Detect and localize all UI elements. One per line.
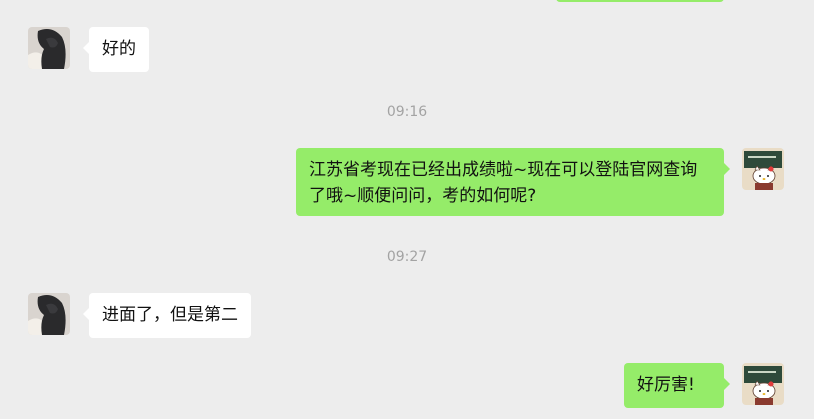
message-bubble-incoming[interactable]: 好的 <box>89 27 149 72</box>
dark-hair-person-avatar-icon <box>28 27 70 69</box>
hello-kitty-chalkboard-avatar-icon <box>742 148 784 190</box>
message-timestamp: 09:16 <box>386 104 428 120</box>
bubble-tail <box>724 378 730 390</box>
self-avatar[interactable] <box>742 148 784 190</box>
contact-avatar[interactable] <box>28 27 70 69</box>
message-timestamp: 09:27 <box>386 249 428 265</box>
bubble-tail <box>724 163 730 175</box>
previous-message-bubble[interactable] <box>556 0 724 2</box>
message-text: 江苏省考现在已经出成绩啦~现在可以登陆官网查询了哦~顺便问问，考的如何呢? <box>309 160 698 206</box>
self-avatar[interactable] <box>742 363 784 405</box>
message-bubble-outgoing[interactable]: 好厉害! <box>624 363 724 408</box>
message-text: 好的 <box>102 39 136 59</box>
message-text: 进面了，但是第二 <box>102 305 238 325</box>
dark-hair-person-avatar-icon <box>28 293 70 335</box>
hello-kitty-chalkboard-avatar-icon <box>742 363 784 405</box>
message-text: 好厉害! <box>637 375 695 395</box>
message-bubble-outgoing[interactable]: 江苏省考现在已经出成绩啦~现在可以登陆官网查询了哦~顺便问问，考的如何呢? <box>296 148 724 216</box>
contact-avatar[interactable] <box>28 293 70 335</box>
message-bubble-incoming[interactable]: 进面了，但是第二 <box>89 293 251 338</box>
